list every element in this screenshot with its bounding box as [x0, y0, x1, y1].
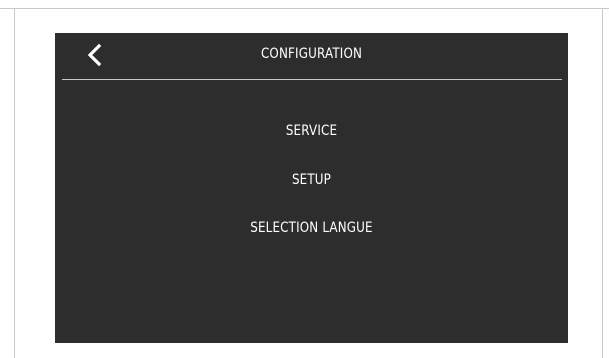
header-divider	[62, 79, 562, 80]
menu-item-setup[interactable]: SETUP	[93, 172, 529, 188]
screen-header: CONFIGURATION	[55, 33, 568, 80]
frame-left-border	[14, 8, 15, 358]
menu-item-service[interactable]: SERVICE	[93, 123, 529, 139]
page-title: CONFIGURATION	[260, 46, 363, 62]
frame-right-border	[602, 8, 603, 358]
configuration-screen: CONFIGURATION SERVICE SETUP SELECTION LA…	[55, 33, 568, 343]
menu-item-selection-langue[interactable]: SELECTION LANGUE	[93, 220, 529, 236]
frame-top-border	[0, 8, 609, 9]
device-frame: CONFIGURATION SERVICE SETUP SELECTION LA…	[0, 0, 609, 358]
